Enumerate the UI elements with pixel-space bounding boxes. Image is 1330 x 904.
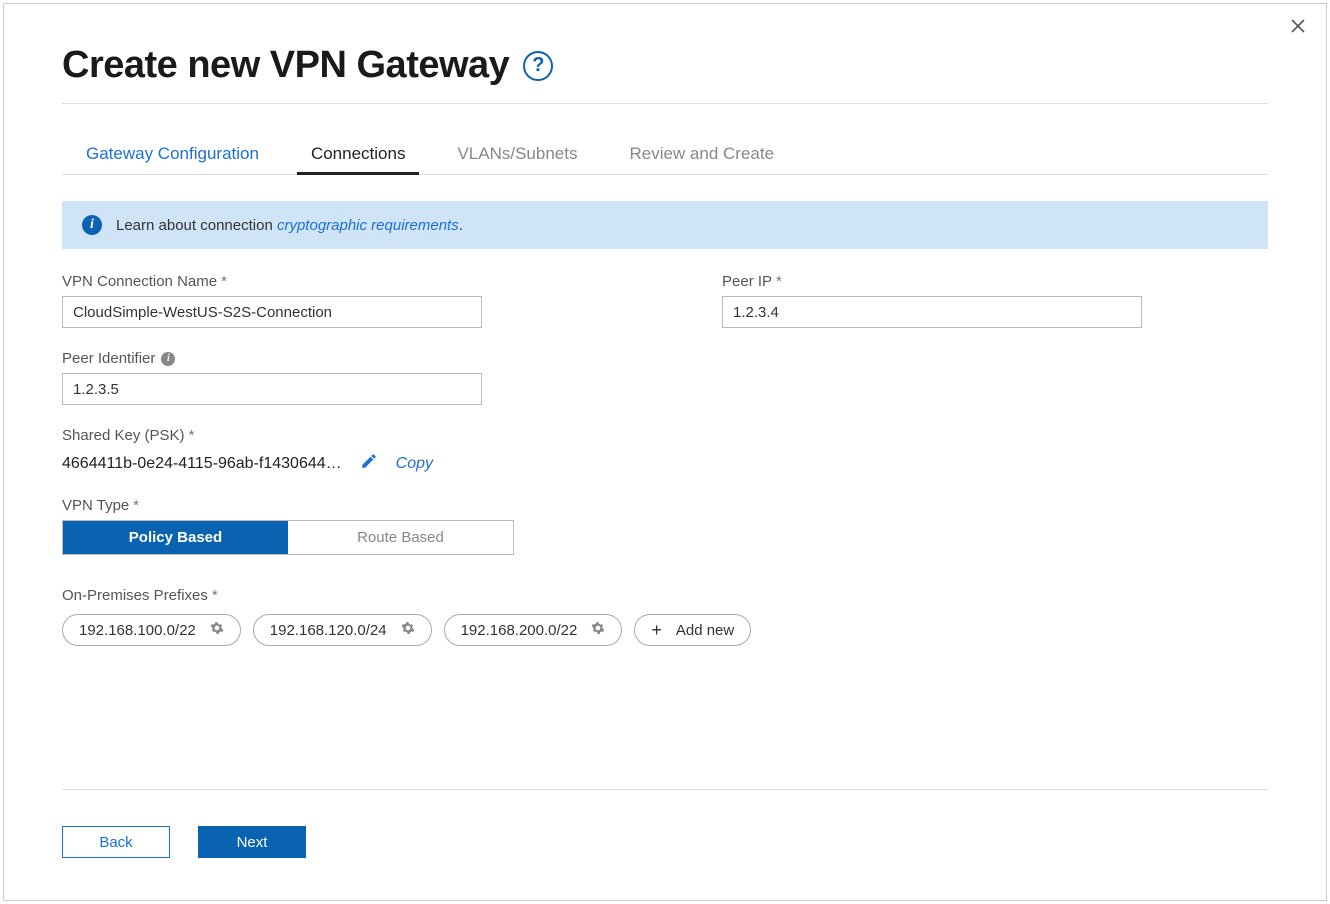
- question-icon: ?: [532, 54, 544, 77]
- peer-identifier-label: Peer Identifier: [62, 350, 155, 367]
- field-vpn-type: VPN Type * Policy Based Route Based: [62, 497, 1268, 555]
- help-button[interactable]: ?: [523, 51, 553, 81]
- required-mark: *: [776, 273, 782, 290]
- gear-icon: [591, 621, 605, 635]
- required-mark: *: [133, 497, 139, 514]
- prefix-chip: 192.168.120.0/24: [253, 614, 432, 646]
- vpn-type-toggle: Policy Based Route Based: [62, 520, 514, 555]
- tab-gateway-configuration[interactable]: Gateway Configuration: [84, 136, 261, 174]
- close-button[interactable]: [1290, 18, 1310, 38]
- peer-identifier-input[interactable]: [62, 373, 482, 405]
- info-icon: i: [82, 215, 102, 235]
- connection-name-input[interactable]: [62, 296, 482, 328]
- field-shared-key: Shared Key (PSK) * 4664411b-0e24-4115-96…: [62, 427, 1268, 475]
- title-divider: [62, 103, 1268, 104]
- close-icon: [1290, 18, 1306, 34]
- info-icon[interactable]: i: [161, 352, 175, 366]
- tab-bar: Gateway Configuration Connections VLANs/…: [62, 136, 1268, 175]
- add-prefix-label: Add new: [676, 622, 734, 639]
- field-on-prem-prefixes: On-Premises Prefixes * 192.168.100.0/22 …: [62, 587, 1268, 646]
- vpn-type-label: VPN Type: [62, 497, 129, 514]
- page-title: Create new VPN Gateway: [62, 44, 509, 87]
- shared-key-label: Shared Key (PSK): [62, 427, 185, 444]
- tab-review-create[interactable]: Review and Create: [627, 136, 776, 174]
- add-prefix-button[interactable]: + Add new: [634, 614, 751, 646]
- field-connection-name: VPN Connection Name *: [62, 273, 502, 328]
- required-mark: *: [189, 427, 195, 444]
- prefix-chip: 192.168.100.0/22: [62, 614, 241, 646]
- prefix-settings-button[interactable]: [591, 621, 605, 639]
- create-vpn-gateway-dialog: Create new VPN Gateway ? Gateway Configu…: [3, 3, 1327, 901]
- info-banner: i Learn about connection cryptographic r…: [62, 201, 1268, 249]
- footer-divider: [62, 789, 1268, 790]
- plus-icon: +: [651, 621, 662, 639]
- prefix-chip: 192.168.200.0/22: [444, 614, 623, 646]
- field-peer-ip: Peer IP *: [722, 273, 1162, 328]
- tab-vlans-subnets[interactable]: VLANs/Subnets: [455, 136, 579, 174]
- pencil-icon: [360, 452, 378, 470]
- tab-connections[interactable]: Connections: [309, 136, 408, 174]
- next-button[interactable]: Next: [198, 826, 306, 858]
- required-mark: *: [212, 587, 218, 604]
- field-peer-identifier: Peer Identifier i: [62, 350, 502, 405]
- back-button[interactable]: Back: [62, 826, 170, 858]
- peer-ip-label: Peer IP: [722, 273, 772, 290]
- vpn-type-policy-based[interactable]: Policy Based: [63, 521, 288, 554]
- vpn-type-route-based[interactable]: Route Based: [288, 521, 513, 554]
- gear-icon: [210, 621, 224, 635]
- peer-ip-input[interactable]: [722, 296, 1142, 328]
- prefix-settings-button[interactable]: [210, 621, 224, 639]
- gear-icon: [401, 621, 415, 635]
- prefix-chip-text: 192.168.100.0/22: [79, 622, 196, 639]
- prefixes-label: On-Premises Prefixes: [62, 587, 208, 604]
- prefix-settings-button[interactable]: [401, 621, 415, 639]
- required-mark: *: [221, 273, 227, 290]
- edit-psk-button[interactable]: [360, 452, 378, 475]
- connection-name-label: VPN Connection Name: [62, 273, 217, 290]
- prefix-chip-text: 192.168.120.0/24: [270, 622, 387, 639]
- copy-psk-button[interactable]: Copy: [396, 455, 433, 473]
- info-banner-text: Learn about connection cryptographic req…: [116, 217, 463, 234]
- crypto-requirements-link[interactable]: cryptographic requirements: [277, 217, 459, 234]
- shared-key-value: 4664411b-0e24-4115-96ab-f1430644…: [62, 455, 342, 473]
- prefix-chip-text: 192.168.200.0/22: [461, 622, 578, 639]
